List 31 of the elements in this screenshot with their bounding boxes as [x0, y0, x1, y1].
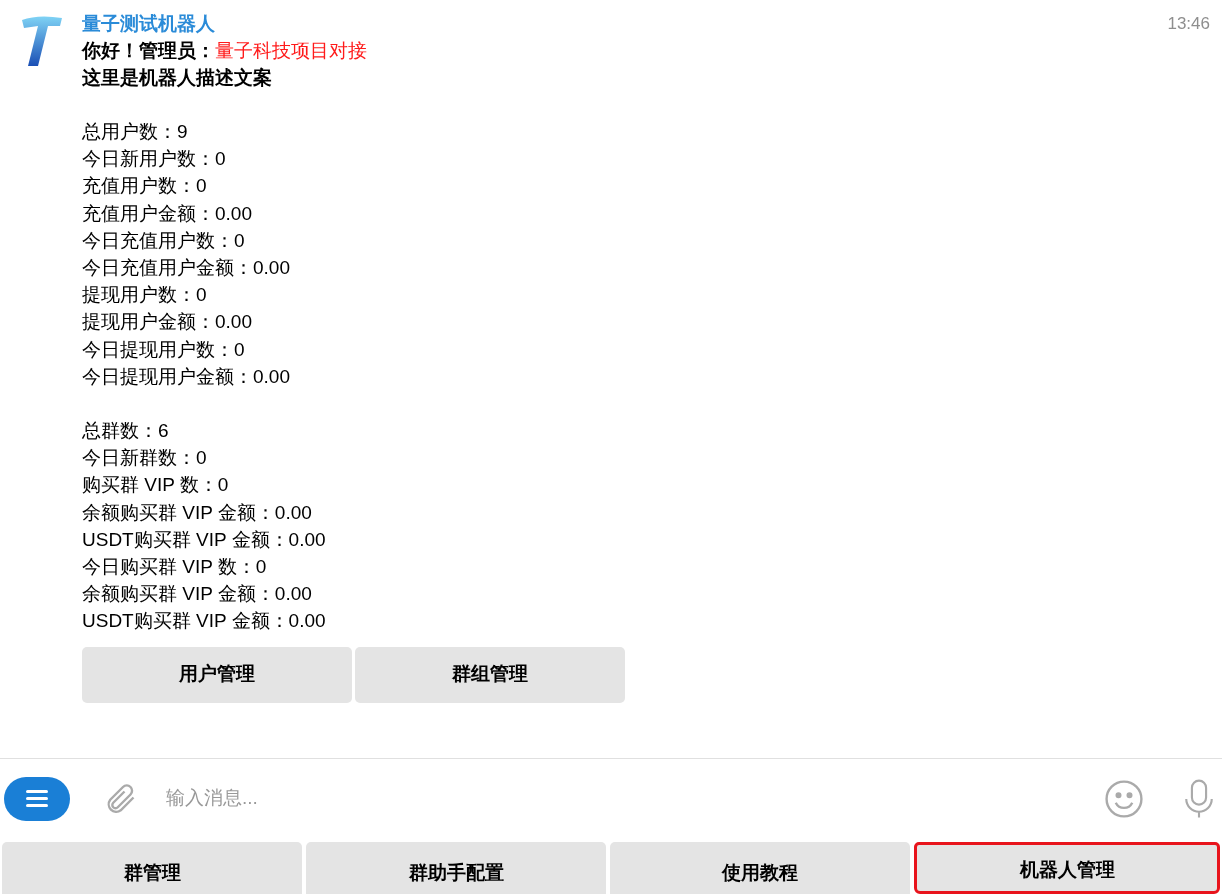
message-time: 13:46	[1167, 13, 1210, 35]
stat-line: 今日新用户数：0	[82, 147, 227, 172]
stat-line: 总用户数：9	[82, 120, 189, 144]
stat-line: 今日提现用户数：0	[82, 337, 246, 362]
inline-button[interactable]: 群组管理	[355, 646, 625, 703]
stat-line: 总群数：6	[82, 419, 170, 444]
menu-button[interactable]	[4, 776, 70, 821]
stat-line: 提现用户数：0	[82, 283, 208, 308]
stat-line: 今日购买群 VIP 数：0	[82, 555, 268, 580]
greeting-text: 你好！管理员：	[82, 39, 215, 63]
stat-line: 今日新群数：0	[82, 446, 208, 471]
stat-line: 充值用户金额：0.00	[82, 201, 253, 226]
stat-line: 今日充值用户金额：0.00	[82, 256, 291, 280]
stat-line: 购买群 VIP 数：0	[82, 473, 230, 498]
stat-line: 余额购买群 VIP 金额：0.00	[82, 582, 313, 607]
description-text: 这里是机器人描述文案	[82, 66, 273, 90]
inline-button[interactable]: 用户管理	[82, 646, 352, 703]
stat-line: 余额购买群 VIP 金额：0.00	[82, 500, 313, 525]
keyboard-button[interactable]: 群管理	[2, 842, 302, 894]
admin-name: 量子科技项目对接	[215, 39, 367, 63]
keyboard-button[interactable]: 机器人管理	[914, 842, 1220, 894]
message-input[interactable]: 输入消息...	[166, 784, 1094, 813]
stat-line: 充值用户数：0	[82, 174, 208, 199]
stat-line: 今日充值用户数：0	[82, 228, 246, 253]
keyboard-button[interactable]: 群助手配置	[306, 842, 606, 894]
stat-line: USDT购买群 VIP 金额：0.00	[82, 527, 327, 552]
keyboard-button[interactable]: 使用教程	[610, 842, 910, 894]
sender-name: 量子测试机器人	[82, 12, 215, 36]
stat-line: 今日提现用户金额：0.00	[82, 364, 291, 389]
stat-line: USDT购买群 VIP 金额：0.00	[82, 609, 327, 634]
stat-line: 提现用户金额：0.00	[82, 310, 253, 335]
